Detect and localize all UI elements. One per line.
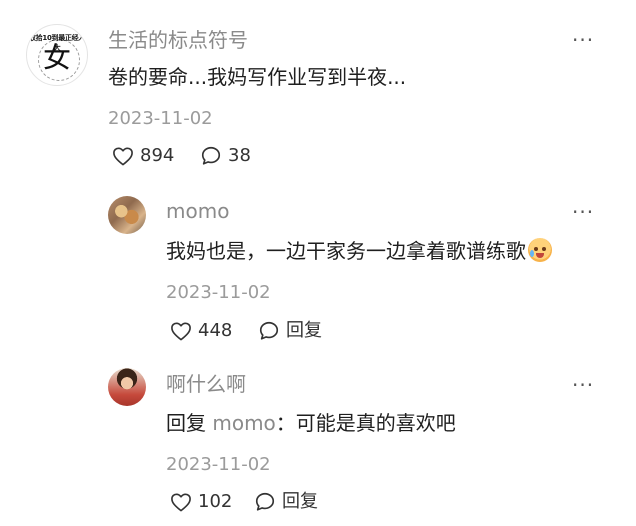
heart-outline-icon (113, 147, 133, 166)
mention-link[interactable]: momo (212, 411, 275, 435)
speech-bubble-icon (255, 492, 275, 511)
like-button[interactable]: 448 (170, 320, 232, 342)
username[interactable]: 生活的标点符号 (108, 28, 248, 52)
like-count: 894 (140, 145, 175, 166)
comment-reply: 啊什么啊 ··· 回复 momo：可能是真的喜欢吧 2023-11-02 102… (0, 352, 636, 526)
speech-bubble-icon (259, 321, 279, 340)
comment-thread: 收拾10到最正经人大 女 生活的标点符号 ··· 卷的要命...我妈写作业写到半… (0, 0, 636, 526)
reply-label: 回复 (282, 491, 318, 512)
heart-outline-icon (171, 493, 191, 512)
more-dots-icon[interactable]: ··· (572, 375, 594, 395)
comment-text: 我妈也是，一边干家务一边拿着歌谱练歌 (166, 238, 552, 264)
reply-count: 38 (228, 145, 251, 166)
comment-text: 回复 momo：可能是真的喜欢吧 (166, 410, 456, 436)
username[interactable]: momo (166, 199, 229, 223)
speech-bubble-icon (201, 146, 221, 165)
like-count: 448 (198, 320, 233, 341)
comment-reply: momo ··· 我妈也是，一边干家务一边拿着歌谱练歌 2023-11-02 4… (0, 180, 636, 350)
comment-text-body: ：可能是真的喜欢吧 (275, 411, 456, 435)
comment-text: 卷的要命...我妈写作业写到半夜... (108, 65, 407, 89)
comment-date: 2023-11-02 (166, 454, 271, 475)
heart-outline-icon (171, 322, 191, 341)
reply-button[interactable]: 回复 (254, 491, 318, 513)
reply-label: 回复 (286, 320, 322, 341)
like-button[interactable]: 894 (112, 145, 174, 167)
avatar-logo-char: 女 (42, 41, 71, 74)
avatar[interactable] (108, 196, 146, 234)
avatar[interactable] (108, 368, 146, 406)
comment-top-level: 收拾10到最正经人大 女 生活的标点符号 ··· 卷的要命...我妈写作业写到半… (0, 0, 636, 180)
like-button[interactable]: 102 (170, 491, 232, 513)
comment-text-body: 我妈也是，一边干家务一边拿着歌谱练歌 (166, 239, 526, 263)
comment-count-button[interactable]: 38 (200, 145, 251, 167)
crying-emoji-icon (528, 238, 552, 262)
reply-prefix: 回复 (166, 411, 206, 435)
comment-date: 2023-11-02 (108, 108, 213, 129)
reply-button[interactable]: 回复 (258, 320, 322, 342)
username[interactable]: 啊什么啊 (166, 372, 246, 396)
comment-date: 2023-11-02 (166, 282, 271, 303)
more-dots-icon[interactable]: ··· (572, 30, 594, 50)
avatar[interactable]: 收拾10到最正经人大 女 (26, 24, 88, 86)
like-count: 102 (198, 491, 233, 512)
more-dots-icon[interactable]: ··· (572, 202, 594, 222)
